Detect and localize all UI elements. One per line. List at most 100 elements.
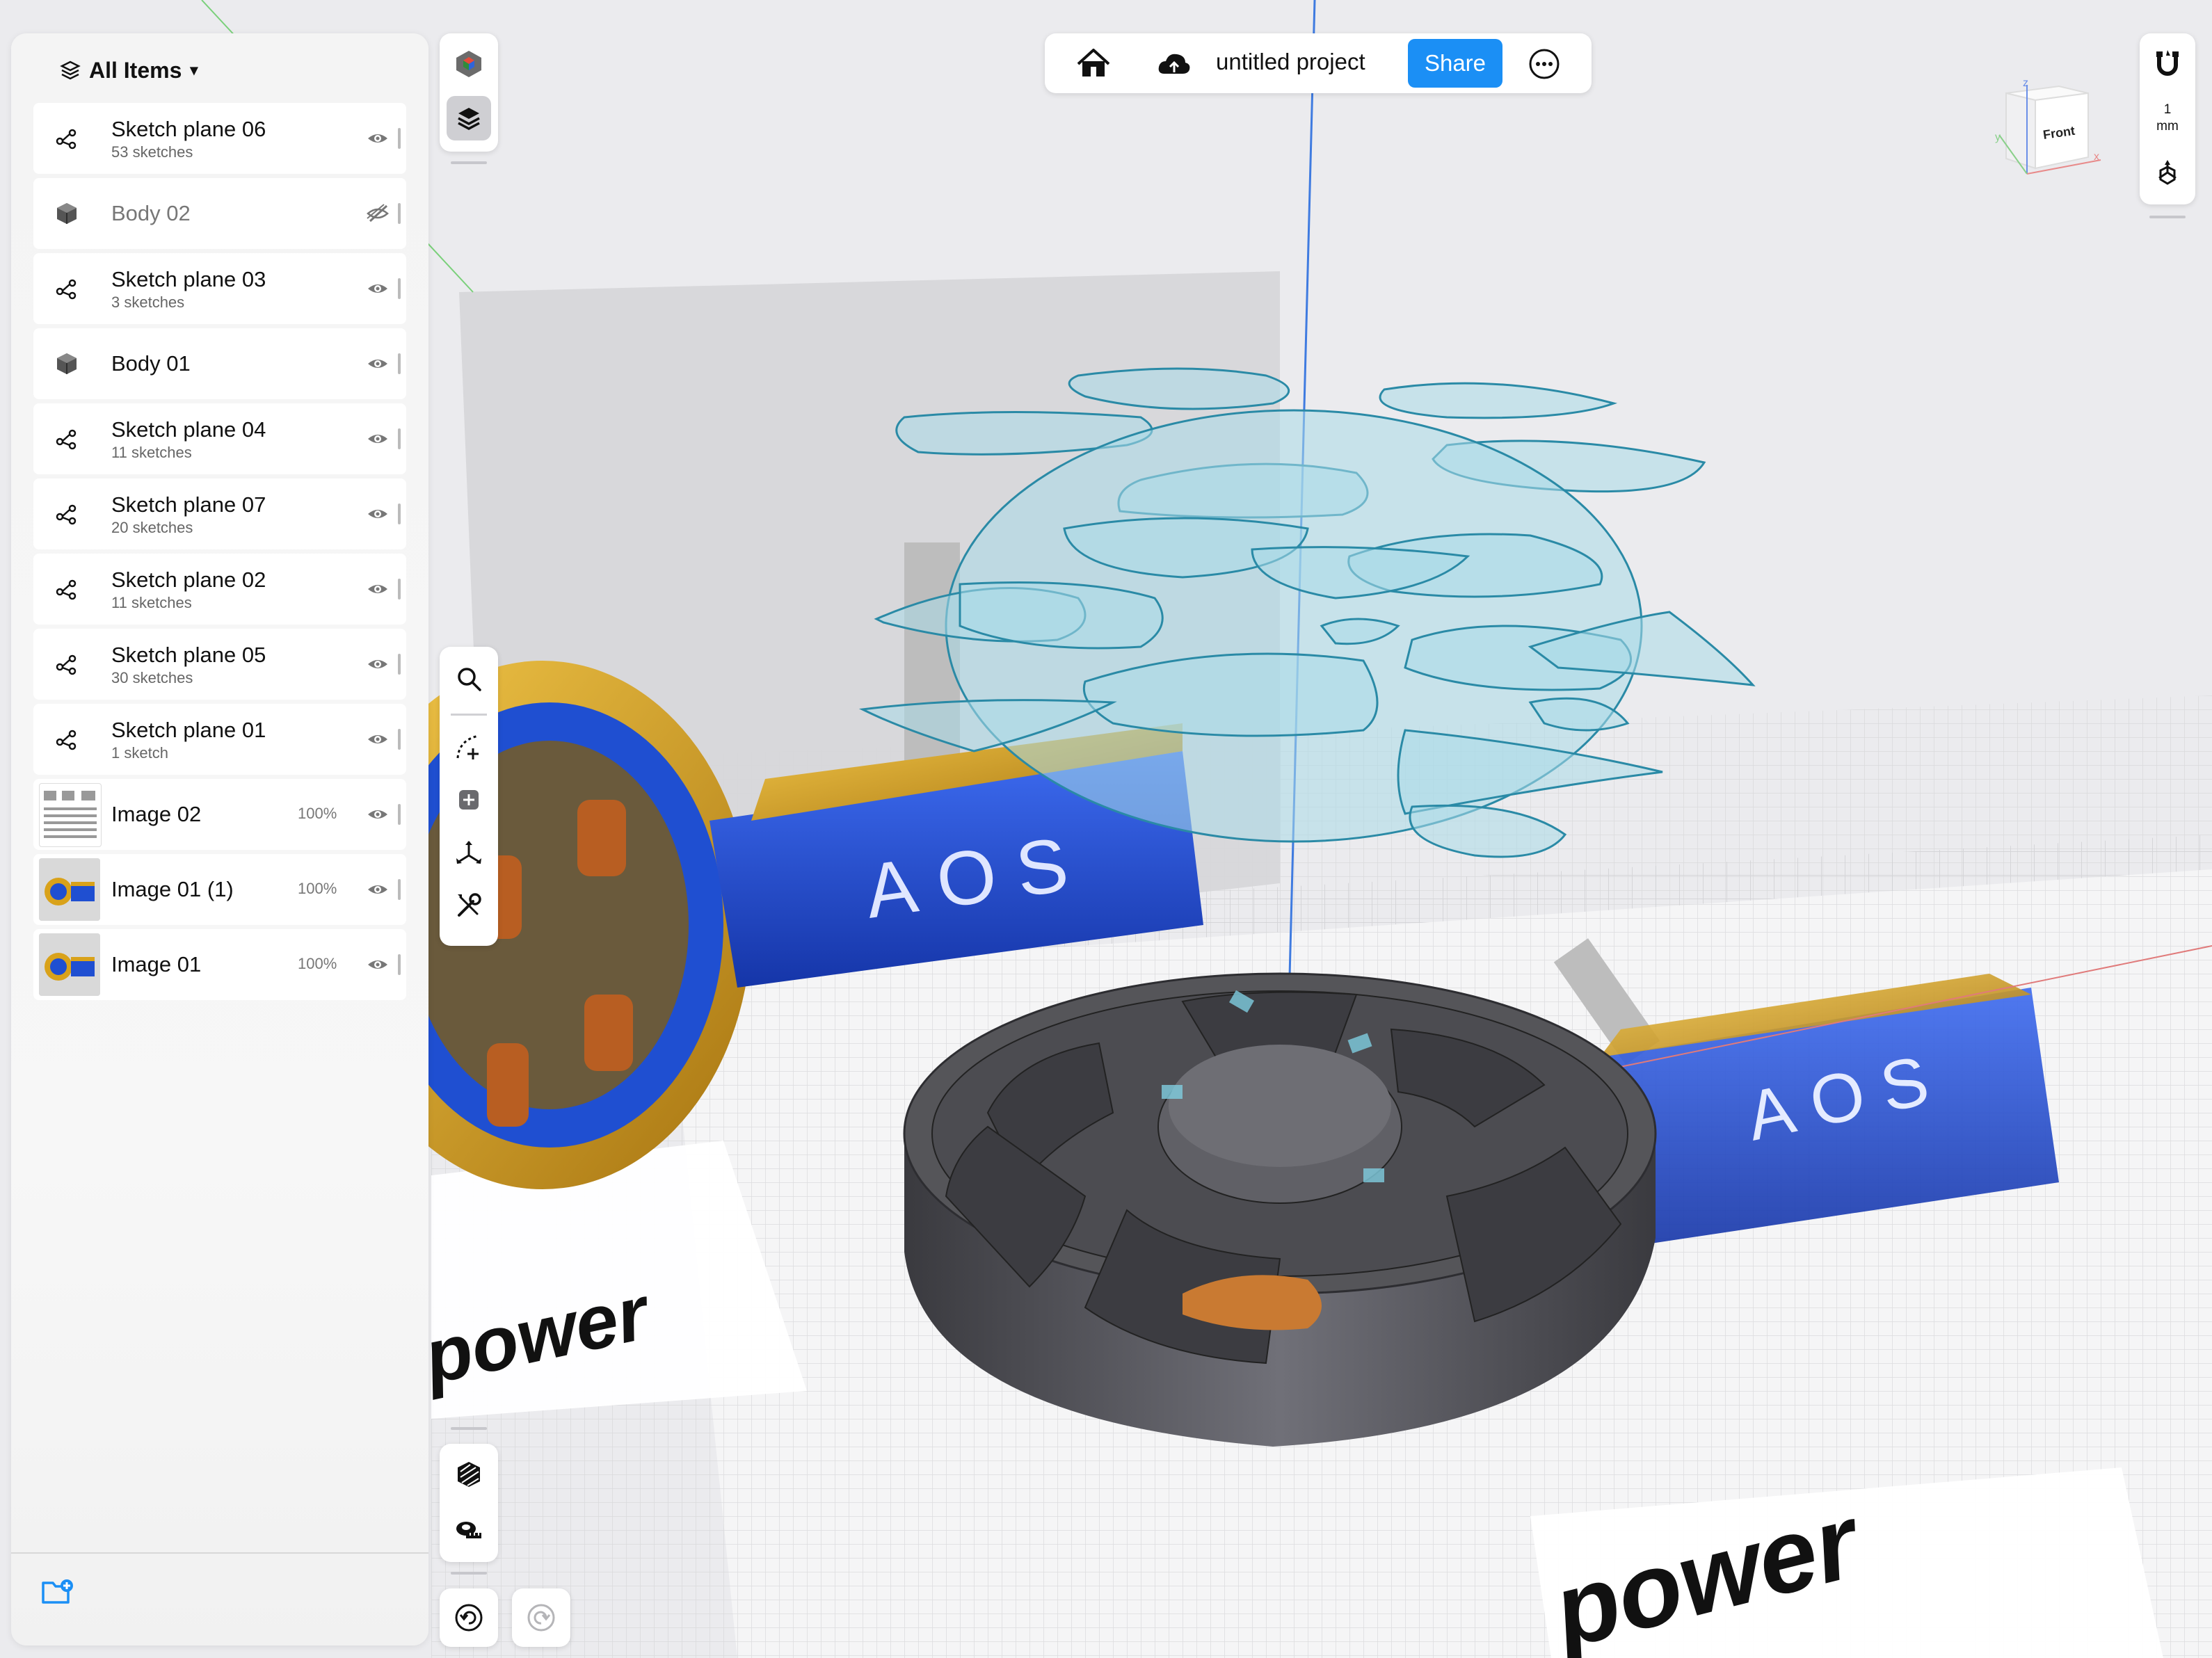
body-01[interactable]	[903, 972, 1657, 1447]
item-row-body[interactable]: Body 01	[33, 328, 406, 399]
tools-button[interactable]	[447, 883, 491, 928]
drag-handle[interactable]	[398, 428, 401, 449]
all-items-dropdown[interactable]: All Items ▾	[60, 53, 198, 88]
item-subtitle: 1 sketch	[111, 744, 168, 762]
drag-handle[interactable]	[398, 804, 401, 825]
eye-icon[interactable]	[366, 729, 390, 750]
add-box-icon	[459, 790, 479, 810]
item-title: Image 02	[111, 802, 202, 826]
color-cube-icon	[456, 51, 481, 77]
all-items-label: All Items	[89, 57, 182, 83]
view-tools-strip	[440, 1444, 498, 1562]
sketch-plane-icon	[56, 654, 77, 675]
axis-y-label: y	[1995, 131, 2001, 143]
eye-icon[interactable]	[366, 954, 390, 975]
eye-hidden-icon[interactable]	[366, 203, 390, 224]
eye-icon[interactable]	[366, 654, 390, 675]
view-orientation-icon[interactable]	[2154, 159, 2181, 189]
axis-x-label: x	[2094, 151, 2099, 163]
project-title[interactable]: untitled project	[1216, 49, 1365, 75]
chevron-down-icon: ▾	[190, 61, 198, 79]
redo-button[interactable]	[512, 1588, 570, 1647]
item-subtitle: 3 sketches	[111, 293, 185, 311]
render-mode-button[interactable]	[447, 1452, 491, 1497]
add-folder-icon[interactable]	[40, 1576, 74, 1607]
units-label: mm	[2156, 119, 2179, 134]
eye-icon[interactable]	[366, 428, 390, 449]
measure-button[interactable]	[447, 1508, 491, 1552]
home-icon[interactable]	[1074, 46, 1113, 81]
item-subtitle: 11 sketches	[111, 444, 192, 461]
drag-handle[interactable]	[398, 128, 401, 149]
item-title: Body 02	[111, 201, 191, 225]
item-subtitle: 11 sketches	[111, 594, 192, 611]
drag-handle[interactable]	[398, 579, 401, 599]
item-title: Image 01 (1)	[111, 877, 234, 901]
item-subtitle: 20 sketches	[111, 519, 193, 536]
sketch-plane-icon	[56, 579, 77, 600]
divider	[451, 1427, 487, 1430]
item-row-sketch-plane[interactable]: Sketch plane 06 53 sketches	[33, 103, 406, 174]
undo-icon	[455, 1604, 483, 1632]
transform-axes-icon	[456, 841, 481, 864]
item-row-body[interactable]: Body 02	[33, 178, 406, 249]
eye-icon[interactable]	[366, 504, 390, 524]
drag-handle[interactable]	[398, 203, 401, 224]
item-title: Sketch plane 07	[111, 492, 266, 517]
item-row-sketch-plane[interactable]: Sketch plane 05 30 sketches	[33, 629, 406, 700]
item-row-sketch-plane[interactable]: Sketch plane 03 3 sketches	[33, 253, 406, 324]
drag-handle[interactable]	[398, 879, 401, 900]
cloud-upload-icon[interactable]	[1156, 49, 1192, 79]
color-hex-button[interactable]	[447, 42, 491, 86]
item-opacity[interactable]: 100%	[298, 955, 337, 973]
drag-handle[interactable]	[398, 353, 401, 374]
eye-icon[interactable]	[366, 879, 390, 900]
eye-icon[interactable]	[366, 278, 390, 299]
item-title: Sketch plane 05	[111, 643, 266, 667]
drag-handle[interactable]	[398, 654, 401, 675]
arc-add-icon	[456, 734, 479, 759]
hatch-cube-icon	[458, 1462, 480, 1487]
drag-handle[interactable]	[398, 504, 401, 524]
item-title: Sketch plane 03	[111, 267, 266, 291]
drag-handle[interactable]	[398, 729, 401, 750]
axis-z-label: z	[2023, 77, 2028, 89]
sketch-plane-icon	[56, 129, 77, 150]
undo-button[interactable]	[440, 1588, 498, 1647]
view-cube[interactable]: Front z x y	[1989, 77, 2108, 181]
more-options-icon[interactable]	[1528, 47, 1561, 81]
eye-icon[interactable]	[366, 804, 390, 825]
eye-icon[interactable]	[366, 579, 390, 599]
transform-button[interactable]	[447, 830, 491, 875]
add-primitive-button[interactable]	[447, 778, 491, 822]
eye-icon[interactable]	[366, 128, 390, 149]
redo-icon	[527, 1604, 555, 1632]
item-title: Sketch plane 04	[111, 417, 266, 442]
magnet-snap-icon[interactable]	[2154, 49, 2181, 81]
drag-handle[interactable]	[398, 278, 401, 299]
items-panel: All Items ▾ Sketch plane 06 53 sketches Bo…	[11, 33, 428, 1645]
image-thumbnail	[39, 783, 102, 847]
top-bar: untitled project Share	[1045, 33, 1592, 93]
item-opacity[interactable]: 100%	[298, 805, 337, 823]
item-row-sketch-plane[interactable]: Sketch plane 02 11 sketches	[33, 554, 406, 625]
item-row-sketch-plane[interactable]: Sketch plane 07 20 sketches	[33, 478, 406, 549]
divider	[451, 1572, 487, 1575]
item-row-image[interactable]: Image 01 100%	[33, 929, 406, 1000]
layers-icon	[60, 61, 81, 80]
layers-button[interactable]	[447, 96, 491, 140]
units-button[interactable]: 1 mm	[2140, 102, 2195, 135]
item-title: Body 01	[111, 351, 191, 376]
item-row-sketch-plane[interactable]: Sketch plane 04 11 sketches	[33, 403, 406, 474]
search-button[interactable]	[447, 657, 491, 701]
layers-icon	[458, 108, 480, 130]
item-row-sketch-plane[interactable]: Sketch plane 01 1 sketch	[33, 704, 406, 775]
item-row-image[interactable]: Image 01 (1) 100%	[33, 854, 406, 925]
drag-handle[interactable]	[398, 954, 401, 975]
item-opacity[interactable]: 100%	[298, 880, 337, 898]
item-row-image[interactable]: Image 02 100%	[33, 779, 406, 850]
sketch-tool-button[interactable]	[447, 725, 491, 769]
share-button[interactable]: Share	[1408, 39, 1502, 88]
eye-icon[interactable]	[366, 353, 390, 374]
item-title: Sketch plane 06	[111, 117, 266, 141]
